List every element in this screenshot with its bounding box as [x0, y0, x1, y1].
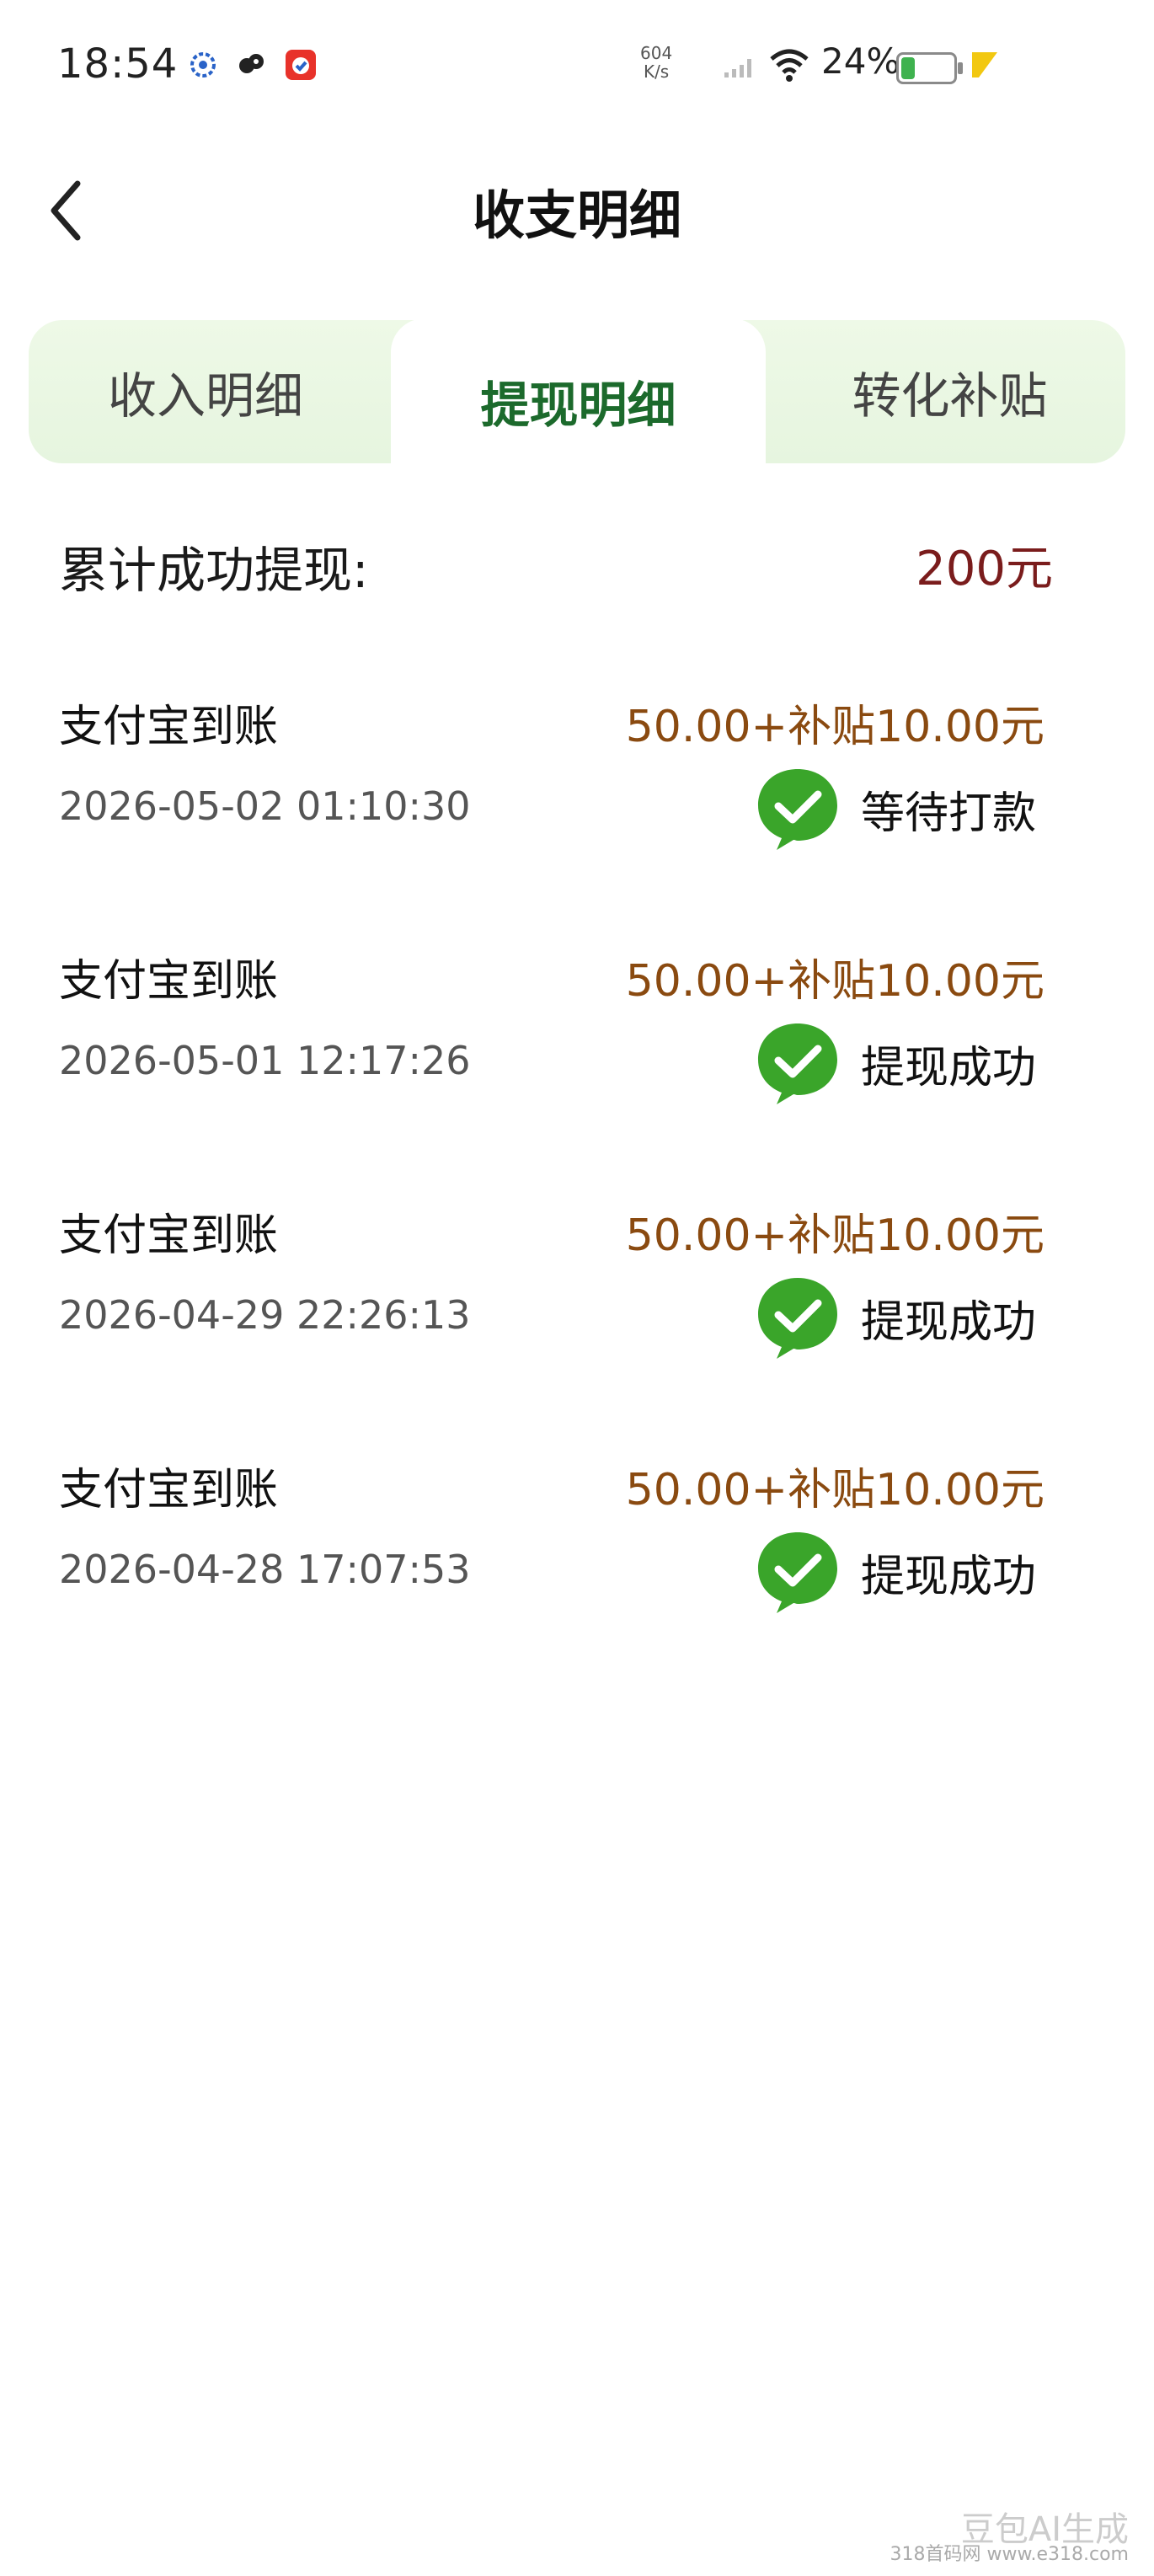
list-item[interactable]: 支付宝到账 2026-04-28 17:07:53 50.00+补贴10.00元…: [0, 1454, 1154, 1707]
record-status: 等待打款: [753, 762, 1036, 855]
record-time: 2026-04-28 17:07:53: [59, 1547, 471, 1592]
check-bubble-icon: [757, 1278, 837, 1359]
record-amount: 50.00+补贴10.00元: [625, 1211, 1044, 1261]
watermark: 豆包AI生成 318首码网 www.e318.com: [890, 2510, 1129, 2568]
list-item[interactable]: 支付宝到账 2026-05-01 12:17:26 50.00+补贴10.00元…: [0, 945, 1154, 1198]
record-status-text: 提现成功: [860, 1042, 1036, 1093]
app-icon-1: [187, 49, 219, 81]
record-amount: 50.00+补贴10.00元: [625, 702, 1044, 752]
net-speed-value: 604: [640, 43, 673, 63]
app-icon-2: [236, 49, 268, 81]
battery-icon: [896, 52, 963, 84]
record-status: 提现成功: [753, 1017, 1036, 1109]
battery-percent: 24%: [821, 40, 900, 82]
check-bubble-icon: [757, 1532, 837, 1613]
wifi-icon: [768, 47, 810, 86]
record-time: 2026-05-02 01:10:30: [59, 783, 471, 829]
total-withdrawn-label: 累计成功提现:: [59, 542, 369, 599]
record-title: 支付宝到账: [59, 1211, 279, 1261]
record-time: 2026-04-29 22:26:13: [59, 1292, 471, 1338]
check-bubble-icon: [757, 1023, 837, 1104]
charging-icon: [969, 49, 1001, 81]
record-status: 提现成功: [753, 1526, 1036, 1618]
status-bar: 18:54 604 K/s 24%: [0, 0, 1154, 126]
status-time: 18:54: [57, 40, 179, 88]
record-amount: 50.00+补贴10.00元: [625, 1465, 1044, 1515]
list-item[interactable]: 支付宝到账 2026-04-29 22:26:13 50.00+补贴10.00元…: [0, 1200, 1154, 1452]
tab-bar: 收入明细 提现明细 转化补贴: [29, 318, 1125, 484]
record-status-text: 提现成功: [860, 1296, 1036, 1348]
signal-icon: [723, 52, 756, 83]
watermark-line-2: 318首码网 www.e318.com: [890, 2544, 1129, 2565]
watermark-line-1: 豆包AI生成: [960, 2510, 1129, 2549]
total-withdrawn-value: 200元: [916, 542, 1053, 596]
record-title: 支付宝到账: [59, 702, 279, 752]
record-status-text: 等待打款: [860, 788, 1036, 839]
page-title: 收支明细: [472, 184, 681, 246]
net-speed: 604 K/s: [640, 44, 672, 81]
net-speed-unit: K/s: [643, 61, 670, 82]
tab-withdraw-details[interactable]: 提现明细: [391, 318, 766, 484]
record-status-text: 提现成功: [860, 1551, 1036, 1602]
header: 收支明细: [0, 143, 1154, 278]
list-item[interactable]: 支付宝到账 2026-05-02 01:10:30 50.00+补贴10.00元…: [0, 691, 1154, 943]
total-withdrawn-row: 累计成功提现: 200元: [59, 531, 1053, 607]
tab-conversion-subsidy[interactable]: 转化补贴: [774, 320, 1125, 463]
record-title: 支付宝到账: [59, 1465, 279, 1515]
record-status: 提现成功: [753, 1271, 1036, 1364]
tab-income-details[interactable]: 收入明细: [29, 320, 382, 463]
record-title: 支付宝到账: [59, 956, 279, 1007]
check-bubble-icon: [757, 769, 837, 850]
record-time: 2026-05-01 12:17:26: [59, 1038, 471, 1083]
app-icon-3: [285, 49, 317, 81]
record-amount: 50.00+补贴10.00元: [625, 956, 1044, 1007]
